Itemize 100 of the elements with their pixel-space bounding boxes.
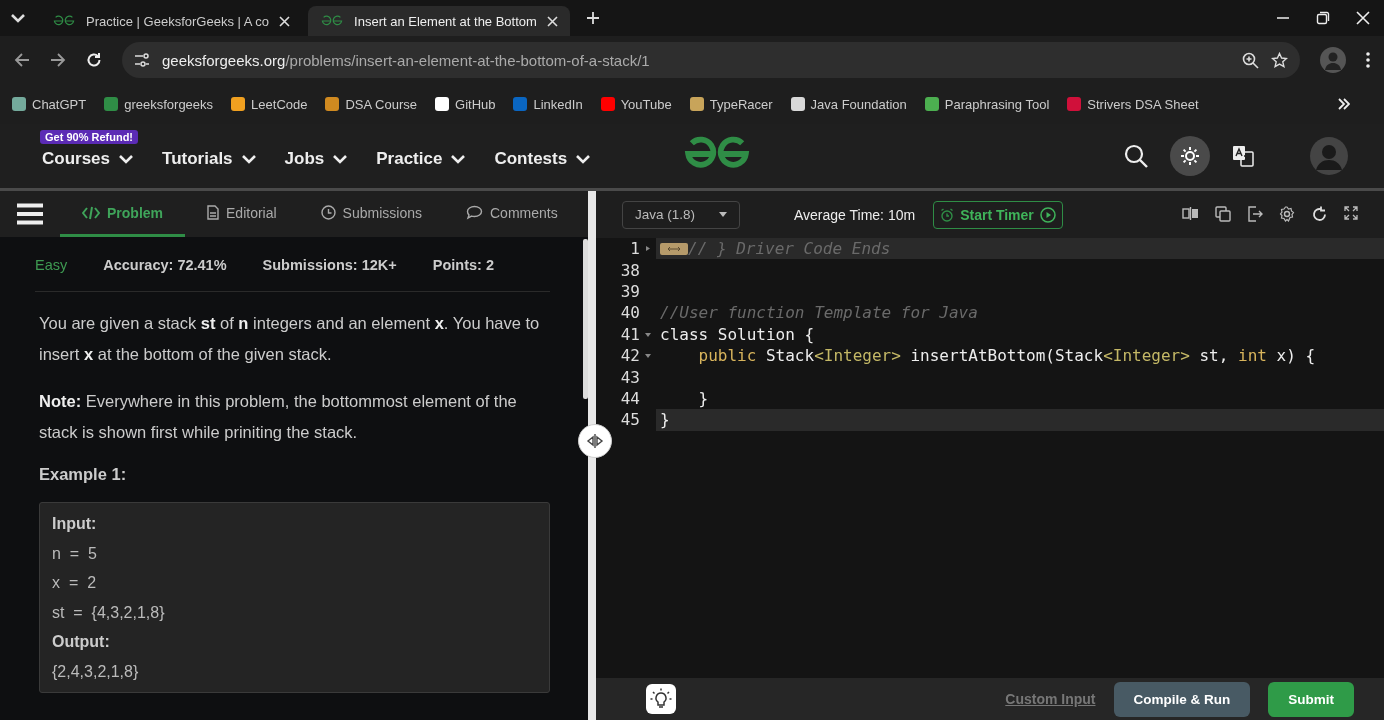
translate-icon[interactable] bbox=[1232, 145, 1254, 167]
example-line: n = 5 bbox=[52, 543, 98, 564]
bookmark[interactable]: TypeRacer bbox=[689, 96, 773, 112]
zoom-icon[interactable] bbox=[1242, 51, 1259, 69]
search-icon[interactable] bbox=[1124, 144, 1148, 168]
star-icon[interactable] bbox=[1271, 51, 1288, 69]
submissions-stat: Submissions: 12K+ bbox=[262, 257, 397, 273]
play-icon bbox=[1039, 206, 1056, 223]
nav-menu[interactable]: Tutorials bbox=[162, 149, 257, 169]
bookmark[interactable]: DSA Course bbox=[325, 96, 417, 112]
line-number: 1 bbox=[629, 239, 640, 259]
nav-menu[interactable]: Jobs bbox=[284, 149, 349, 169]
example-line: Output: bbox=[52, 632, 111, 652]
forward-icon[interactable] bbox=[50, 52, 66, 68]
example-line: Input: bbox=[52, 514, 98, 534]
lightbulb-icon bbox=[650, 688, 672, 710]
document-icon bbox=[207, 205, 219, 220]
more-bookmarks-icon[interactable] bbox=[1338, 98, 1350, 110]
line-number: 40 bbox=[619, 303, 640, 323]
menu-icon[interactable] bbox=[17, 203, 43, 225]
refund-badge[interactable]: Get 90% Refund! bbox=[40, 130, 138, 144]
folded-code-icon[interactable] bbox=[660, 242, 688, 255]
code-line: // } Driver Code Ends bbox=[688, 239, 891, 259]
chevron-down-icon bbox=[450, 154, 467, 164]
address-bar[interactable]: geeksforgeeks.org/problems/insert-an-element-at-the-bottom-of-a-stack/1 bbox=[122, 42, 1300, 78]
theme-toggle[interactable] bbox=[1170, 136, 1210, 176]
difficulty-label: Easy bbox=[35, 257, 68, 273]
example-line: x = 2 bbox=[52, 573, 98, 593]
sun-icon bbox=[1180, 146, 1200, 166]
problem-tab[interactable]: Comments bbox=[444, 191, 580, 237]
line-number: 41 bbox=[619, 324, 640, 344]
fold-arrow-icon[interactable] bbox=[645, 246, 651, 252]
problem-tab[interactable]: Editorial bbox=[185, 191, 299, 237]
submit-button[interactable]: Submit bbox=[1268, 681, 1354, 717]
refresh-icon[interactable] bbox=[1311, 206, 1328, 223]
menu-icon[interactable] bbox=[1366, 52, 1370, 68]
example-line: {2,4,3,2,1,8} bbox=[52, 661, 140, 682]
site-icon bbox=[320, 15, 345, 27]
url-text: geeksforgeeks.org/problems/insert-an-element-at-the-bottom-of-a-stack/1 bbox=[162, 51, 650, 69]
bookmark[interactable]: Strivers DSA Sheet bbox=[1067, 96, 1199, 112]
close-icon[interactable] bbox=[546, 15, 558, 27]
fold-arrow-icon[interactable] bbox=[645, 353, 651, 359]
line-number: 42 bbox=[619, 346, 640, 366]
average-time: Average Time: 10m bbox=[794, 206, 916, 223]
reload-icon[interactable] bbox=[86, 52, 102, 68]
nav-menu[interactable]: Practice bbox=[376, 149, 467, 169]
accuracy-stat: Accuracy: 72.41% bbox=[103, 257, 227, 273]
fold-arrow-icon[interactable] bbox=[645, 331, 651, 337]
problem-tab[interactable]: Submissions bbox=[298, 191, 444, 237]
language-dropdown[interactable]: Java (1.8) bbox=[622, 200, 740, 229]
settings-icon[interactable] bbox=[1279, 206, 1295, 222]
code-line: //User function Template for Java bbox=[660, 303, 978, 323]
points-stat: Points: 2 bbox=[432, 257, 494, 273]
chevron-down-icon bbox=[575, 154, 592, 164]
problem-tab[interactable]: Problem bbox=[60, 191, 185, 237]
browser-tab[interactable]: Insert an Element at the Bottom bbox=[308, 6, 570, 36]
chevron-down-icon bbox=[240, 154, 257, 164]
bookmark[interactable]: GitHub bbox=[435, 96, 496, 112]
fullscreen-icon[interactable] bbox=[1344, 206, 1358, 220]
copy-icon[interactable] bbox=[1215, 206, 1231, 222]
resize-icon bbox=[586, 434, 604, 448]
line-number: 44 bbox=[619, 388, 640, 408]
chevron-down-icon bbox=[332, 154, 349, 164]
hint-button[interactable] bbox=[646, 684, 676, 714]
restore-icon[interactable] bbox=[1316, 11, 1330, 25]
compile-run-button[interactable]: Compile & Run bbox=[1113, 681, 1251, 717]
tab-list-icon bbox=[10, 13, 26, 23]
back-icon[interactable] bbox=[14, 52, 30, 68]
bookmark[interactable]: greeksforgeeks bbox=[104, 96, 214, 112]
code-line: } bbox=[697, 388, 709, 408]
example-heading: Example 1: bbox=[39, 465, 128, 484]
code-line: public Stack<Integer> insertAtBottom(Stack<Integer> st, int x) { bbox=[697, 346, 1316, 366]
line-number: 38 bbox=[619, 260, 640, 280]
example-line: st = {4,3,2,1,8} bbox=[52, 602, 166, 623]
nav-menu[interactable]: Contests bbox=[494, 149, 592, 169]
close-icon[interactable] bbox=[279, 15, 291, 27]
site-icon bbox=[52, 15, 76, 27]
bookmark[interactable]: YouTube bbox=[600, 96, 672, 112]
exit-icon[interactable] bbox=[1247, 206, 1263, 222]
bookmark[interactable]: LeetCode bbox=[231, 96, 308, 112]
clock-icon bbox=[320, 205, 336, 220]
problem-text: You are given a stack st of n integers and an element x. You have to insert x at the bottom of the given stack. bbox=[39, 313, 541, 365]
line-number: 43 bbox=[619, 367, 640, 387]
bookmark[interactable]: Java Foundation bbox=[790, 96, 907, 112]
scrollbar[interactable] bbox=[583, 239, 588, 399]
split-view-icon[interactable] bbox=[1182, 206, 1199, 221]
new-tab-icon[interactable] bbox=[585, 11, 600, 25]
chat-icon bbox=[466, 205, 483, 220]
site-settings-icon[interactable] bbox=[134, 53, 150, 67]
bookmark[interactable]: LinkedIn bbox=[513, 96, 583, 112]
problem-text: Note: Everywhere in this problem, the bottommost element of the stack is shown first while priniting the stack. bbox=[39, 391, 518, 443]
browser-tab[interactable]: Practice | GeeksforGeeks | A co bbox=[40, 6, 303, 36]
bookmark[interactable]: ChatGPT bbox=[12, 96, 87, 112]
bookmark[interactable]: Paraphrasing Tool bbox=[924, 96, 1050, 112]
alarm-clock-icon bbox=[940, 207, 955, 222]
start-timer-button[interactable]: Start Timer bbox=[933, 200, 1063, 229]
line-number: 39 bbox=[619, 281, 640, 301]
close-icon[interactable] bbox=[1356, 11, 1370, 25]
nav-menu[interactable]: Courses bbox=[42, 149, 135, 169]
line-number: 45 bbox=[619, 410, 640, 430]
